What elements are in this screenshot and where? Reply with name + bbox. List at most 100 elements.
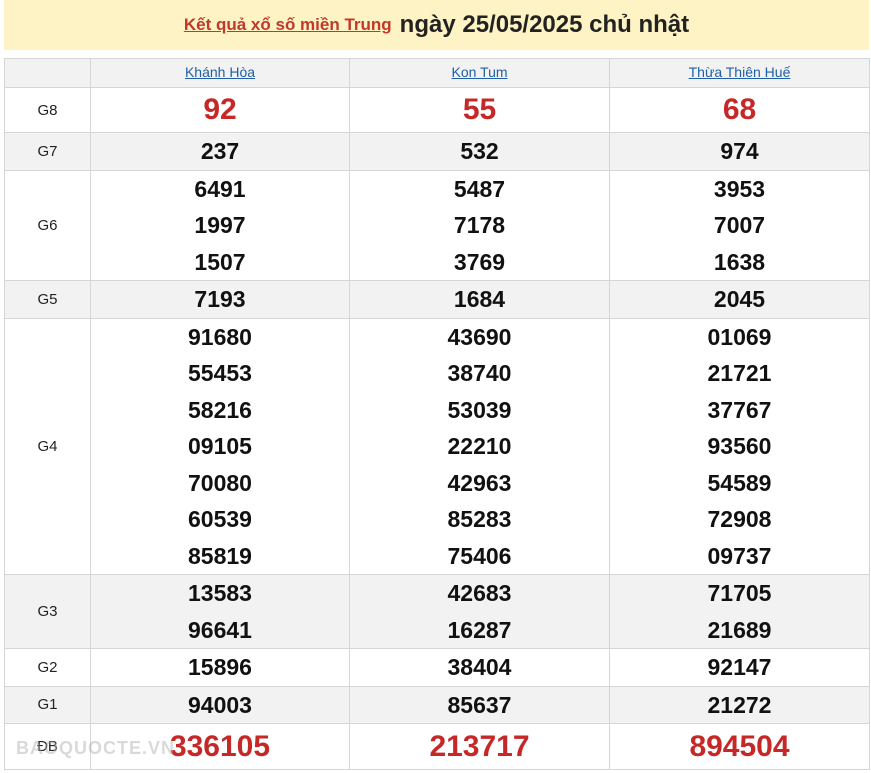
prize-cell: 85637 (349, 685, 610, 724)
prize-number: 237 (200, 138, 240, 164)
prize-number: 85283 (447, 506, 512, 532)
province-link-kon-tum[interactable]: Kon Tum (451, 64, 507, 80)
prize-number: 1997 (194, 212, 246, 238)
prize-cell: 92 (90, 87, 350, 133)
prize-cell: 237 (90, 132, 350, 171)
prize-number: 93560 (707, 433, 772, 459)
prize-cell: 7193 (90, 280, 350, 319)
prize-number: 7178 (453, 212, 506, 238)
prize-number: 6491 (194, 175, 246, 202)
prize-label: G8 (4, 87, 91, 133)
prize-cell: 532 (349, 132, 610, 171)
prize-number: 68 (722, 93, 757, 126)
prize-number: 72908 (707, 506, 772, 532)
prize-row: G3 13583 96641 42683 16287 71705 21689 (4, 574, 870, 649)
prize-number: 60539 (188, 506, 252, 532)
prize-number: 01069 (707, 323, 772, 350)
prize-number: 16287 (447, 616, 512, 643)
prize-number: 85819 (188, 542, 252, 569)
prize-number: 894504 (689, 730, 790, 763)
prize-number: 54589 (707, 469, 772, 496)
results-header: Kết quả xổ số miền Trung ngày 25/05/2025… (4, 0, 869, 50)
prize-number: 42963 (447, 469, 512, 496)
prize-number: 55453 (188, 360, 252, 386)
prize-row: G4 91680 55453 58216 09105 70080 60539 85819 436… (4, 317, 870, 575)
prize-number: 43690 (447, 323, 512, 350)
prize-number: 22210 (447, 433, 512, 459)
prize-number: 3953 (713, 175, 766, 202)
watermark-text: BAOQUOCTE.VN (16, 738, 176, 758)
province-header-cell: Khánh Hòa (90, 58, 350, 88)
prize-label: G3 (4, 574, 91, 649)
province-link-khanh-hoa[interactable]: Khánh Hòa (185, 64, 255, 80)
prize-cell: 55 (349, 87, 610, 133)
prize-number: 21272 (707, 691, 772, 718)
prize-cell: 43690 38740 53039 22210 42963 85283 75406 (349, 317, 610, 575)
prize-cell: 6491 1997 1507 (90, 169, 350, 281)
prize-label: G7 (4, 132, 91, 171)
prize-number: 94003 (188, 691, 252, 718)
province-link-thua-thien-hue[interactable]: Thừa Thiên Huế (689, 64, 791, 80)
prize-cell: 894504 (609, 723, 870, 770)
prize-row: G1 94003 85637 21272 (4, 685, 870, 724)
prize-label: G5 (4, 280, 91, 319)
region-results-link[interactable]: Kết quả xổ số miền Trung (184, 15, 392, 35)
prize-number: 15896 (188, 654, 252, 680)
prize-number: 71705 (707, 580, 772, 606)
corner-cell (4, 58, 91, 88)
prize-cell: 92147 (609, 648, 870, 687)
prize-row: G8 92 55 68 (4, 87, 870, 133)
prize-cell: 38404 (349, 648, 610, 687)
prize-number: 38404 (447, 654, 512, 680)
prize-number: 1507 (194, 248, 246, 275)
prize-number: 21721 (707, 360, 772, 386)
prize-number: 09105 (188, 433, 252, 459)
prize-number: 58216 (188, 396, 252, 423)
prize-cell: 94003 (90, 685, 350, 724)
prize-cell: 42683 16287 (349, 574, 610, 649)
prize-cell: 21272 (609, 685, 870, 724)
prize-number: 974 (720, 138, 759, 164)
prize-number: 70080 (188, 469, 252, 496)
prize-number: 92 (203, 93, 237, 126)
results-table: Khánh Hòa Kon Tum Thừa Thiên Huế G8 92 55 6… (4, 58, 870, 770)
prize-number: 09737 (707, 542, 772, 569)
prize-number: 91680 (188, 323, 252, 350)
prize-label: G6 (4, 169, 91, 281)
prize-label: G2 (4, 648, 91, 687)
prize-label: G4 (4, 317, 91, 575)
prize-number: 75406 (447, 542, 512, 569)
province-header-row: Khánh Hòa Kon Tum Thừa Thiên Huế (4, 58, 870, 88)
prize-row: G6 6491 1997 1507 5487 7178 3769 3953 7007 1638 (4, 169, 870, 281)
prize-cell: 01069 21721 37767 93560 54589 72908 09737 (609, 317, 870, 575)
province-header-cell: Kon Tum (349, 58, 610, 88)
prize-rows: G8 92 55 68 G7 237 532 974 G6 6491 1997 1507 5487 717… (4, 87, 870, 770)
prize-cell: 91680 55453 58216 09105 70080 60539 85819 (90, 317, 350, 575)
prize-number: 3769 (453, 248, 506, 275)
prize-cell: 5487 7178 3769 (349, 169, 610, 281)
prize-cell: 15896 (90, 648, 350, 687)
results-date-title: ngày 25/05/2025 chủ nhật (399, 11, 690, 38)
prize-number: 7193 (194, 286, 246, 312)
prize-number: 213717 (429, 730, 530, 763)
prize-cell: 13583 96641 (90, 574, 350, 649)
prize-cell: 3953 7007 1638 (609, 169, 870, 281)
prize-row: G5 7193 1684 2045 (4, 280, 870, 319)
prize-row: G7 237 532 974 (4, 132, 870, 171)
prize-number: 37767 (707, 396, 772, 423)
prize-number: 42683 (447, 580, 512, 606)
prize-cell: 68 (609, 87, 870, 133)
prize-number: 2045 (713, 286, 766, 312)
prize-cell: 974 (609, 132, 870, 171)
prize-number: 1638 (713, 248, 766, 275)
prize-number: 21689 (707, 616, 772, 643)
province-header-cell: Thừa Thiên Huế (609, 58, 870, 88)
prize-number: 85637 (447, 691, 512, 718)
prize-number: 53039 (447, 396, 512, 423)
prize-number: 5487 (453, 175, 506, 202)
prize-row: G2 15896 38404 92147 (4, 648, 870, 687)
prize-number: 1684 (453, 286, 506, 312)
prize-cell: 1684 (349, 280, 610, 319)
prize-cell: 2045 (609, 280, 870, 319)
prize-number: 7007 (713, 212, 766, 238)
